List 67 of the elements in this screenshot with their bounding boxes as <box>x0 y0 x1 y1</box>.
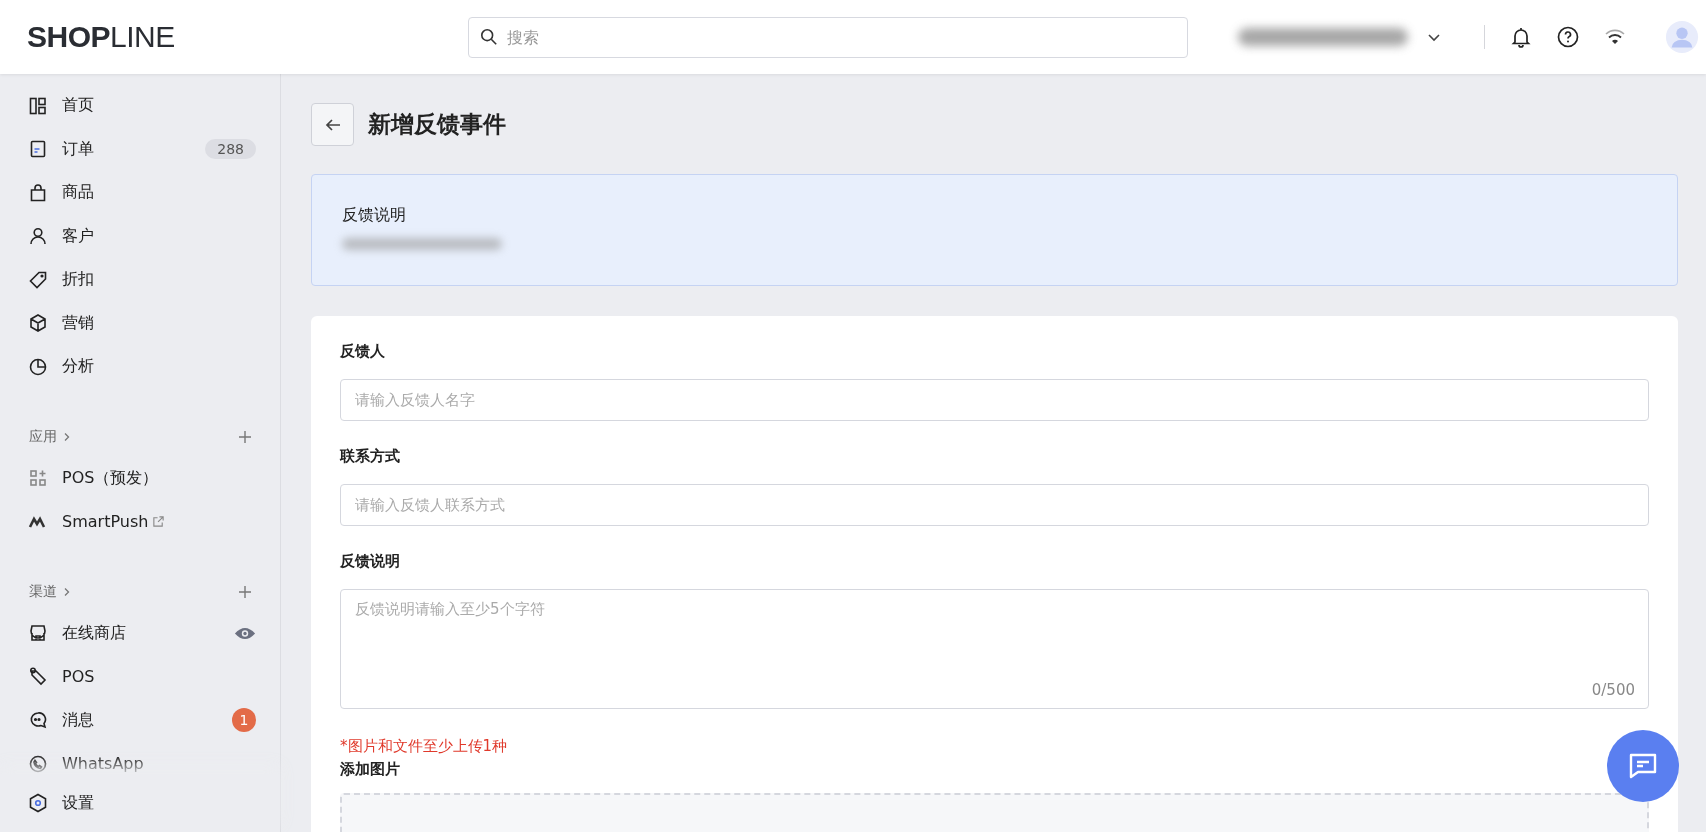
phone-icon <box>28 753 48 774</box>
external-link-icon <box>152 515 166 529</box>
count-badge: 1 <box>232 708 256 733</box>
store-switcher[interactable] <box>1238 28 1442 46</box>
field-label: 反馈说明 <box>340 552 401 571</box>
nav-item[interactable]: 商品 <box>0 171 280 215</box>
nav-label: 营销 <box>62 312 94 334</box>
nav-label: 折扣 <box>62 269 94 291</box>
doc-icon <box>28 139 48 160</box>
nav-label: POS（预发） <box>62 467 159 489</box>
upload-requirement-note: *图片和文件至少上传1种 <box>340 737 509 756</box>
search-field[interactable]: 搜索 <box>468 16 1188 58</box>
nav-label: POS <box>62 667 95 687</box>
field-label: 添加图片 <box>340 760 401 779</box>
nav-item[interactable]: 营销 <box>0 301 280 345</box>
notice-title: 反馈说明 <box>342 205 407 226</box>
input-field[interactable]: 请输入反馈人名字 <box>340 379 1649 421</box>
add-icon[interactable] <box>238 584 252 599</box>
grid-icon <box>28 95 48 116</box>
settings-item[interactable]: 设置 <box>0 774 280 832</box>
nav-item[interactable]: SmartPush <box>0 500 280 544</box>
field-label: 反馈人 <box>340 342 386 361</box>
nav-item[interactable]: 消息 1 <box>0 698 280 742</box>
nav-label: 设置 <box>62 792 94 814</box>
nav-label: 消息 <box>62 709 94 731</box>
nav-label: 商品 <box>62 182 94 204</box>
page-title: 新增反馈事件 <box>368 110 506 139</box>
add-icon[interactable] <box>238 429 252 444</box>
chat-icon <box>28 710 48 731</box>
nav-item[interactable]: POS（预发） <box>0 456 280 500</box>
field-label: 联系方式 <box>340 447 401 466</box>
section-title[interactable]: 渠道 <box>29 582 57 601</box>
logo[interactable]: SHOPLINE <box>27 20 468 54</box>
search-icon <box>480 27 498 46</box>
nav-item[interactable]: POS <box>0 655 280 699</box>
nav-item[interactable]: 客户 <box>0 214 280 258</box>
back-button[interactable] <box>311 103 354 146</box>
store-icon <box>28 623 48 644</box>
chevron-icon <box>62 431 72 442</box>
pie-icon <box>28 356 48 377</box>
nav-item[interactable]: 订单 288 <box>0 127 280 171</box>
eye-icon[interactable] <box>234 625 256 641</box>
cube-icon <box>28 313 48 334</box>
tag-icon <box>28 269 48 290</box>
nav-label: 在线商店 <box>62 622 126 644</box>
nav-label: WhatsApp <box>62 754 144 774</box>
section-title[interactable]: 应用 <box>29 427 57 446</box>
nav-item[interactable]: 首页 <box>0 84 280 128</box>
character-counter: 0/500 <box>1591 681 1635 699</box>
nav-label: 首页 <box>62 95 94 117</box>
chevron-icon <box>62 586 72 597</box>
nav-label: 分析 <box>62 356 94 378</box>
nav-item[interactable]: 折扣 <box>0 258 280 302</box>
settings-icon <box>28 793 48 813</box>
input-field[interactable]: 请输入反馈人联系方式 <box>340 484 1649 526</box>
user-icon <box>28 226 48 247</box>
nav-label: 客户 <box>62 225 94 247</box>
nav-label: SmartPush <box>62 512 149 532</box>
apps-icon <box>28 468 48 489</box>
bag-icon <box>28 182 48 203</box>
count-badge: 288 <box>205 139 256 160</box>
nav-item[interactable]: 在线商店 <box>0 611 280 655</box>
nav-item[interactable]: WhatsApp <box>0 742 280 774</box>
nav-label: 订单 <box>62 138 94 160</box>
help-icon[interactable] <box>1556 25 1580 49</box>
bell-icon[interactable] <box>1509 25 1533 49</box>
nav-item[interactable]: 分析 <box>0 345 280 389</box>
